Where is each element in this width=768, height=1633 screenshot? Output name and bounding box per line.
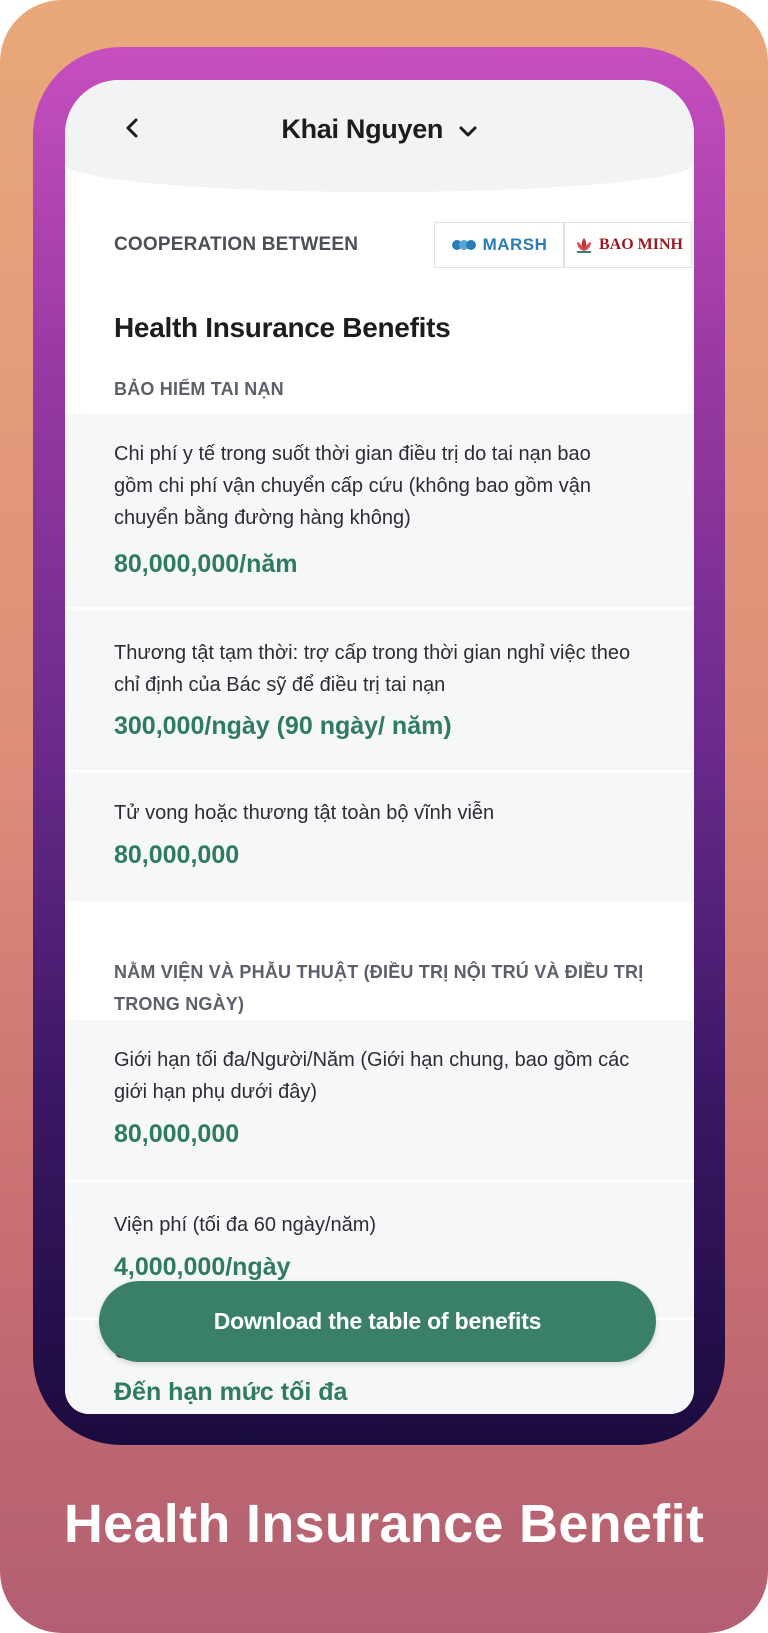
top-bar: Khai Nguyen: [65, 80, 694, 192]
cooperation-row: COOPERATION BETWEEN MARSH BAO MINH: [114, 222, 692, 270]
benefit-description: Thương tật tạm thời: trợ cấp trong thời …: [114, 642, 631, 696]
section-label-accident: BẢO HIỂM TAI NẠN: [114, 379, 284, 399]
promo-background: Khai Nguyen COOPERATION BETWEEN MARSH BA…: [0, 0, 768, 1633]
marsh-emblem-icon: [451, 240, 476, 250]
benefit-card: Giới hạn tối đa/Người/Năm (Giới hạn chun…: [65, 1020, 694, 1183]
benefit-value: 300,000/ngày (90 ngày/ năm): [114, 712, 452, 740]
benefit-value: 80,000,000: [114, 841, 240, 869]
cooperation-label: COOPERATION BETWEEN: [114, 234, 359, 255]
benefit-description: Giới hạn tối đa/Người/Năm (Giới hạn chun…: [114, 1049, 630, 1103]
benefit-value: 80,000,000/năm: [114, 550, 298, 578]
baominh-logo: BAO MINH: [564, 222, 692, 268]
download-benefits-button[interactable]: Download the table of benefits: [99, 1281, 656, 1362]
promo-caption: Health Insurance Benefit: [63, 1494, 705, 1554]
benefit-card: Thương tật tạm thời: trợ cấp trong thời …: [65, 610, 694, 773]
baominh-logo-text: BAO MINH: [599, 236, 683, 253]
benefit-card: Tử vong hoặc thương tật toàn bộ vĩnh viễ…: [65, 773, 694, 901]
benefit-description: Chi phí y tế trong suốt thời gian điều t…: [114, 443, 592, 529]
benefit-value: 4,000,000/ngày: [114, 1253, 291, 1281]
chevron-down-icon: [459, 126, 477, 137]
benefit-description: Tử vong hoặc thương tật toàn bộ vĩnh viễ…: [114, 802, 495, 824]
app-screen: Khai Nguyen COOPERATION BETWEEN MARSH BA…: [65, 80, 694, 1414]
page-title: Health Insurance Benefits: [114, 312, 451, 343]
benefit-value: Đến hạn mức tối đa: [114, 1378, 348, 1406]
profile-switcher[interactable]: Khai Nguyen: [65, 114, 694, 145]
marsh-logo-text: MARSH: [482, 235, 548, 254]
lotus-emblem-icon: [577, 238, 591, 253]
benefit-description: Viện phí (tối đa 60 ngày/năm): [114, 1214, 377, 1236]
benefit-card: Chi phí y tế trong suốt thời gian điều t…: [65, 414, 694, 610]
marsh-logo: MARSH: [434, 222, 564, 268]
benefit-value: 80,000,000: [114, 1120, 240, 1148]
profile-name: Khai Nguyen: [281, 114, 444, 144]
section-label-hospitalization: NẰM VIỆN VÀ PHẪU THUẬT (ĐIỀU TRỊ NỘI TRÚ…: [114, 962, 644, 1014]
